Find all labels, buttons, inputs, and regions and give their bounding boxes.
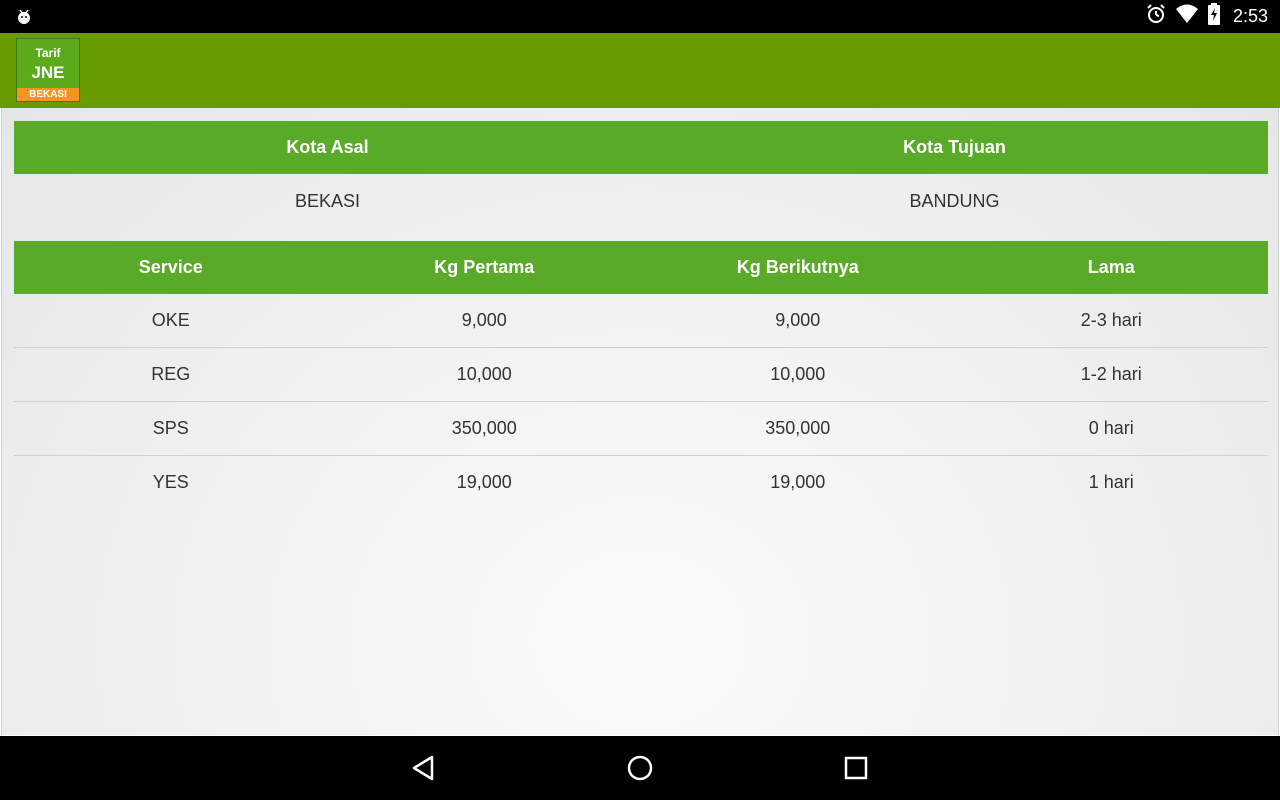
logo-line-3: BEKASI xyxy=(17,88,79,101)
route-values: BEKASI BANDUNG xyxy=(14,174,1268,228)
cell-service: YES xyxy=(152,472,189,492)
cell-kg-berikutnya: 19,000 xyxy=(770,472,826,492)
table-row[interactable]: OKE 9,000 9,000 2-3 hari xyxy=(14,294,1268,348)
navigation-bar xyxy=(0,736,1280,800)
tarif-table: Service Kg Pertama Kg Berikutnya Lama OK… xyxy=(14,241,1268,509)
battery-charging-icon xyxy=(1207,3,1221,30)
cell-kg-berikutnya: 9,000 xyxy=(775,310,821,330)
route-header: Kota Asal Kota Tujuan xyxy=(14,121,1268,174)
column-header-kg-berikutnya: Kg Berikutnya xyxy=(736,257,859,277)
status-time: 2:53 xyxy=(1232,6,1268,26)
cell-lama: 1-2 hari xyxy=(1080,364,1142,384)
table-row[interactable]: REG 10,000 10,000 1-2 hari xyxy=(14,348,1268,402)
column-header-service: Service xyxy=(138,257,203,277)
recents-icon[interactable] xyxy=(840,752,872,784)
destination-city: BANDUNG xyxy=(909,190,1000,211)
cell-service: OKE xyxy=(151,310,190,330)
cell-kg-pertama: 9,000 xyxy=(461,310,507,330)
origin-city: BEKASI xyxy=(294,190,361,211)
column-header-kg-pertama: Kg Pertama xyxy=(434,257,535,277)
cell-kg-pertama: 350,000 xyxy=(451,418,517,438)
cell-service: SPS xyxy=(152,418,189,438)
table-row[interactable]: SPS 350,000 350,000 0 hari xyxy=(14,402,1268,456)
cell-kg-pertama: 19,000 xyxy=(456,472,512,492)
cell-lama: 2-3 hari xyxy=(1080,310,1142,330)
column-header-lama: Lama xyxy=(1087,257,1135,277)
main-content: Kota Asal Kota Tujuan BEKASI BANDUNG Ser… xyxy=(1,108,1279,735)
table-header: Service Kg Pertama Kg Berikutnya Lama xyxy=(14,241,1268,294)
origin-header: Kota Asal xyxy=(286,137,369,157)
table-row[interactable]: YES 19,000 19,000 1 hari xyxy=(14,456,1268,509)
wifi-icon xyxy=(1175,3,1199,30)
app-logo[interactable]: Tarif JNE BEKASI xyxy=(16,38,80,102)
destination-header: Kota Tujuan xyxy=(903,137,1006,157)
status-bar: 2:53 xyxy=(0,0,1280,33)
app-bar: Tarif JNE BEKASI xyxy=(0,33,1280,108)
back-icon[interactable] xyxy=(408,752,440,784)
alarm-icon xyxy=(1145,3,1167,30)
android-debug-icon xyxy=(14,6,34,26)
logo-line-2: JNE xyxy=(31,63,65,82)
cell-kg-pertama: 10,000 xyxy=(456,364,512,384)
cell-service: REG xyxy=(151,364,191,384)
cell-kg-berikutnya: 350,000 xyxy=(765,418,831,438)
cell-lama: 0 hari xyxy=(1088,418,1134,438)
home-icon[interactable] xyxy=(624,752,656,784)
cell-kg-berikutnya: 10,000 xyxy=(770,364,826,384)
logo-line-1: Tarif xyxy=(35,46,61,60)
cell-lama: 1 hari xyxy=(1088,472,1134,492)
